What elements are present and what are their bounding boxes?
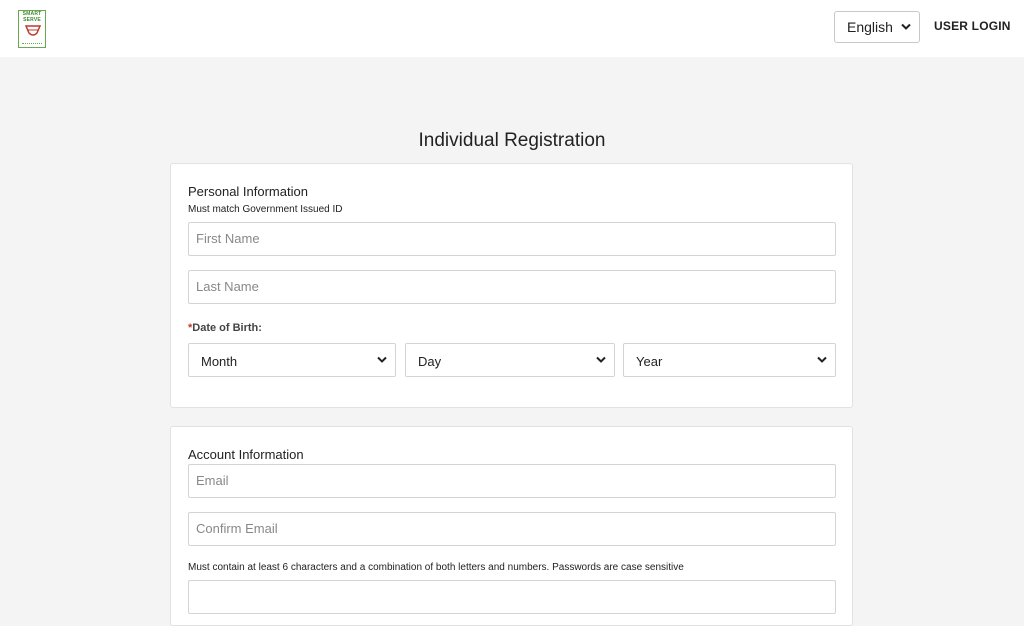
dob-day-value: Day — [418, 354, 442, 369]
first-name-input[interactable]: First Name — [188, 222, 836, 256]
personal-information-subtitle: Must match Government Issued ID — [188, 204, 343, 215]
smart-serve-logo[interactable]: SMART SERVE — [18, 10, 46, 48]
account-information-card: Account Information Email Confirm Email … — [170, 426, 853, 626]
last-name-input[interactable]: Last Name — [188, 270, 836, 304]
confirm-email-placeholder: Confirm Email — [196, 521, 278, 536]
date-of-birth-label: *Date of Birth: — [188, 322, 262, 334]
dob-month-select[interactable]: Month — [188, 343, 396, 377]
chevron-down-icon — [596, 356, 606, 363]
confirm-email-input[interactable]: Confirm Email — [188, 512, 836, 546]
top-bar: SMART SERVE English USER LOGIN — [0, 0, 1024, 57]
chevron-down-icon — [377, 356, 387, 363]
chevron-down-icon — [901, 23, 911, 30]
logo-line-2: SERVE — [23, 17, 41, 23]
glass-icon — [24, 25, 42, 36]
user-login-link[interactable]: USER LOGIN — [934, 19, 1011, 33]
dob-year-value: Year — [636, 354, 663, 369]
dob-year-select[interactable]: Year — [623, 343, 836, 377]
date-of-birth-label-text: Date of Birth: — [192, 322, 262, 334]
page-title: Individual Registration — [418, 130, 606, 151]
logo-dots — [22, 43, 42, 45]
password-hint: Must contain at least 6 characters and a… — [188, 562, 684, 573]
language-select[interactable]: English — [834, 11, 920, 43]
account-information-title: Account Information — [188, 447, 304, 462]
dob-month-value: Month — [201, 354, 238, 369]
email-placeholder: Email — [196, 473, 229, 488]
language-select-value: English — [847, 19, 893, 35]
personal-information-card: Personal Information Must match Governme… — [170, 163, 853, 408]
personal-information-title: Personal Information — [188, 184, 308, 199]
last-name-placeholder: Last Name — [196, 279, 259, 294]
email-input[interactable]: Email — [188, 464, 836, 498]
chevron-down-icon — [817, 356, 827, 363]
first-name-placeholder: First Name — [196, 231, 260, 246]
dob-day-select[interactable]: Day — [405, 343, 615, 377]
password-input[interactable] — [188, 580, 836, 614]
